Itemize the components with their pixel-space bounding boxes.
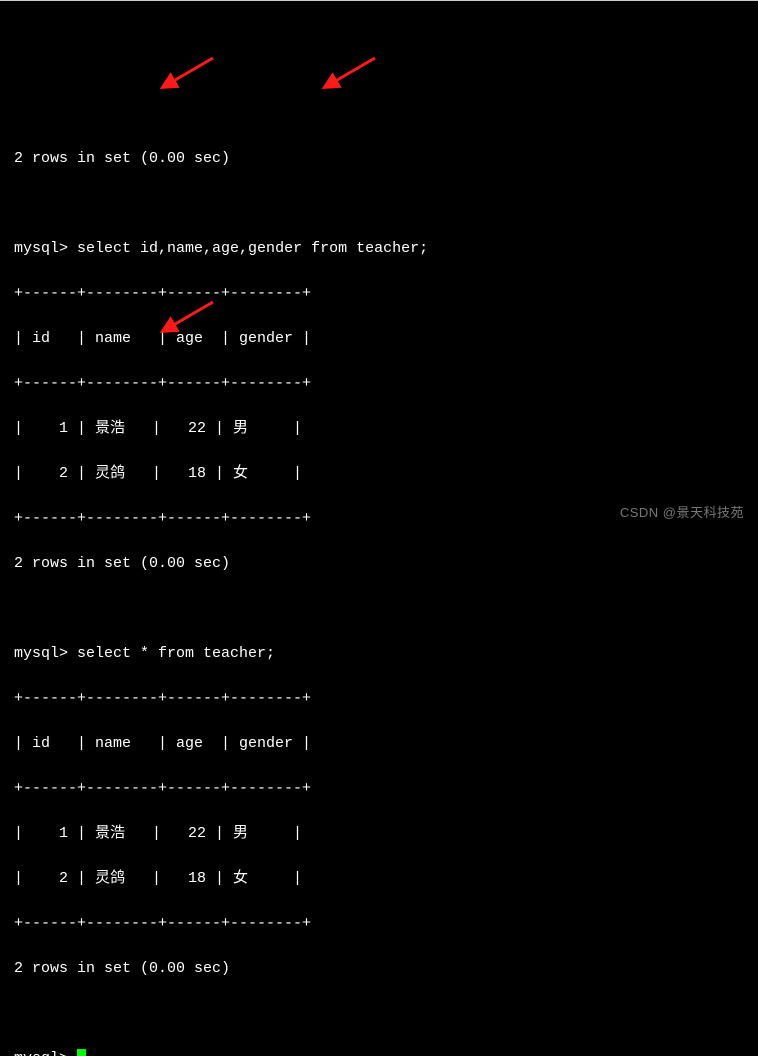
sql-query-2: select * from teacher; [77,645,275,662]
table-header: | id | name | age | gender | [14,328,744,351]
sql-query-1: select id,name,age,gender from teacher; [77,240,428,257]
table-header: | id | name | age | gender | [14,733,744,756]
result-message: 2 rows in set (0.00 sec) [14,553,744,576]
previous-result-fragment: 2 rows in set (0.00 sec) [14,148,744,171]
table-row: | 2 | 灵鸽 | 18 | 女 | [14,463,744,486]
cursor[interactable] [77,1049,86,1056]
table-border: +------+--------+------+--------+ [14,283,744,306]
mysql-prompt: mysql> [14,240,68,257]
mysql-prompt: mysql> [14,1050,68,1056]
table-row: | 1 | 景浩 | 22 | 男 | [14,418,744,441]
annotation-arrow-icon [158,8,218,116]
table-border: +------+--------+------+--------+ [14,373,744,396]
mysql-prompt: mysql> [14,645,68,662]
terminal-output: 2 rows in set (0.00 sec) mysql> select i… [0,135,758,1056]
table-border: +------+--------+------+--------+ [14,688,744,711]
table-row: | 1 | 景浩 | 22 | 男 | [14,823,744,846]
result-message: 2 rows in set (0.00 sec) [14,958,744,981]
table-border: +------+--------+------+--------+ [14,913,744,936]
annotation-arrow-icon [320,8,380,116]
table-row: | 2 | 灵鸽 | 18 | 女 | [14,868,744,891]
watermark: CSDN @景天科技苑 [620,503,744,523]
table-border: +------+--------+------+--------+ [14,778,744,801]
